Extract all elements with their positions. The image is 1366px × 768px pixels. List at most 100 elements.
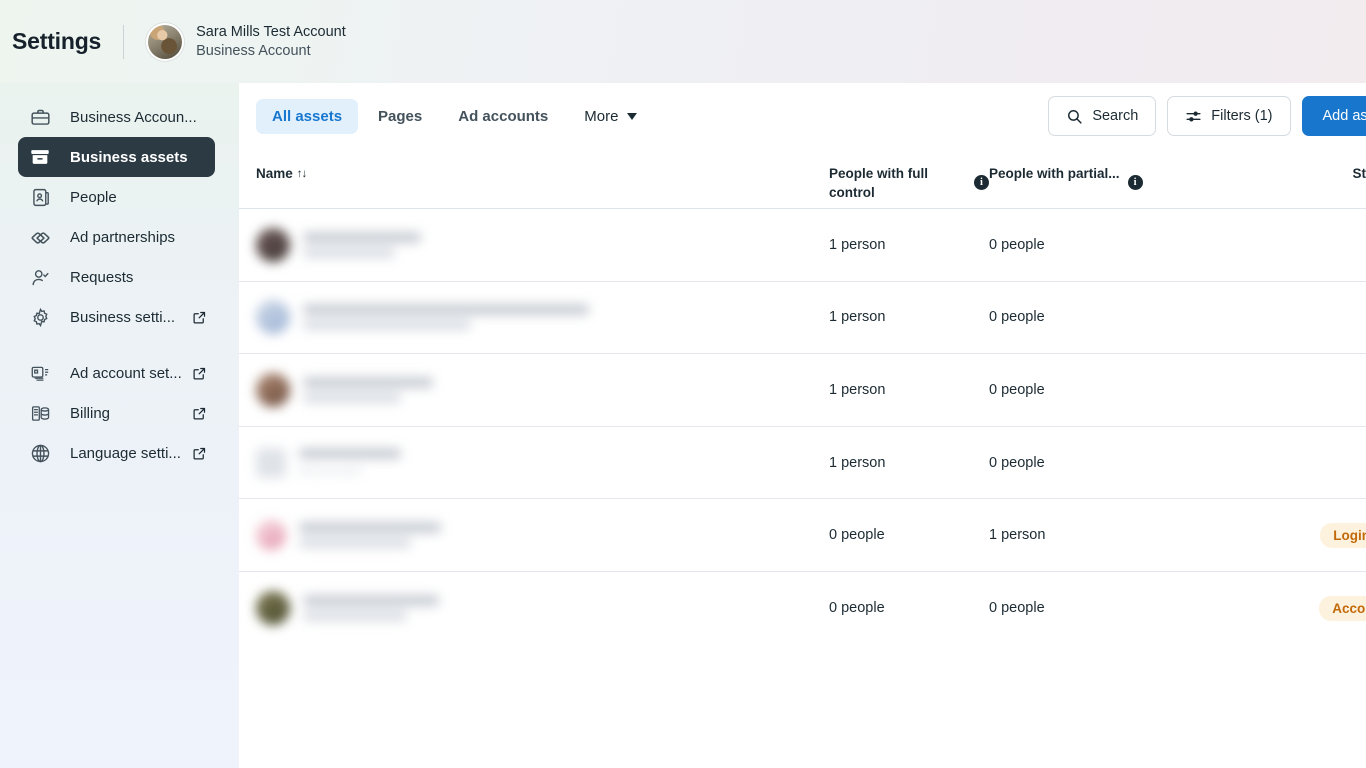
full-control-count: 1 person bbox=[829, 309, 886, 326]
external-link-icon bbox=[192, 310, 207, 325]
sidebar-item-ad-account-settings[interactable]: Ad account set... bbox=[18, 353, 215, 393]
column-header-name[interactable]: Name ↑↓ bbox=[239, 165, 829, 184]
redacted-line bbox=[299, 447, 401, 459]
status-badge: Account switch requ bbox=[1319, 595, 1366, 621]
asset-thumbnail bbox=[256, 372, 290, 407]
redacted-line bbox=[303, 231, 421, 243]
partial-control-count: 0 people bbox=[989, 309, 1045, 326]
sidebar-item-business-account[interactable]: Business Accoun... bbox=[18, 97, 215, 137]
tab-all-assets[interactable]: All assets bbox=[256, 98, 359, 134]
ad-account-icon bbox=[28, 361, 52, 385]
sidebar-item-billing[interactable]: Billing bbox=[18, 393, 215, 433]
asset-thumbnail bbox=[256, 447, 286, 478]
sidebar-item-label: Business setti... bbox=[70, 308, 176, 326]
partial-control-count: 1 person bbox=[989, 527, 1046, 544]
tab-bar: All assets Pages Ad accounts More bbox=[256, 98, 653, 134]
full-control-count: 0 people bbox=[829, 527, 885, 544]
table-row[interactable]: 1 person 0 people bbox=[239, 209, 1366, 282]
main-content: All assets Pages Ad accounts More Search bbox=[239, 83, 1366, 768]
chevron-down-icon bbox=[627, 112, 638, 120]
table-row[interactable]: 0 people 1 person Login nee bbox=[239, 499, 1366, 572]
full-control-count: 1 person bbox=[829, 381, 886, 398]
table-row[interactable]: 0 people 0 people Account switch requ bbox=[239, 572, 1366, 645]
partial-control-count: 0 people bbox=[989, 381, 1045, 398]
column-header-partial-label: People with partial... bbox=[989, 166, 1120, 181]
redacted-text-lines bbox=[299, 522, 441, 549]
column-header-name-label: Name bbox=[256, 166, 293, 181]
person-check-icon bbox=[28, 265, 52, 289]
redacted-asset-name bbox=[256, 520, 441, 551]
search-button-label: Search bbox=[1092, 108, 1139, 124]
asset-name-cell bbox=[239, 372, 829, 407]
add-asset-button[interactable]: Add asset bbox=[1301, 96, 1366, 136]
sidebar: Business Accoun... Business assets Peopl… bbox=[0, 83, 239, 768]
redacted-line bbox=[303, 595, 439, 607]
asset-thumbnail bbox=[256, 227, 290, 262]
filters-button[interactable]: Filters (1) bbox=[1167, 96, 1291, 136]
sidebar-item-label: Business assets bbox=[70, 148, 188, 166]
page-header: Settings Sara Mills Test Account Busines… bbox=[0, 0, 1366, 83]
asset-name-cell bbox=[239, 520, 829, 551]
tab-more[interactable]: More bbox=[568, 99, 653, 134]
asset-subtitle: Ad account bbox=[299, 463, 362, 478]
asset-name-cell bbox=[239, 300, 829, 335]
redacted-text-lines bbox=[303, 595, 439, 622]
sidebar-item-label: Ad account set... bbox=[70, 364, 182, 382]
filters-icon bbox=[1185, 108, 1202, 125]
account-name: Sara Mills Test Account bbox=[196, 23, 346, 40]
column-header-partial: People with partial... i bbox=[989, 165, 1149, 190]
info-icon[interactable]: i bbox=[1127, 175, 1143, 190]
redacted-asset-name: Ad account bbox=[256, 447, 401, 478]
sidebar-item-requests[interactable]: Requests bbox=[18, 257, 215, 297]
partial-control-count: 0 people bbox=[989, 454, 1045, 471]
column-header-full-control: People with full control i bbox=[829, 165, 989, 202]
handshake-icon bbox=[28, 225, 52, 249]
asset-thumbnail bbox=[256, 520, 286, 551]
status-cell: Login nee bbox=[1149, 522, 1366, 548]
toolbar-actions: Search Filters (1) Add asset bbox=[1048, 96, 1366, 136]
redacted-text-lines bbox=[303, 231, 421, 258]
tab-pages[interactable]: Pages bbox=[362, 99, 438, 134]
id-card-icon bbox=[28, 185, 52, 209]
redacted-asset-name bbox=[256, 591, 439, 626]
redacted-asset-name bbox=[256, 372, 433, 407]
asset-thumbnail bbox=[256, 591, 290, 626]
sidebar-item-label: Billing bbox=[70, 404, 111, 422]
asset-name-cell bbox=[239, 591, 829, 626]
sidebar-item-business-assets[interactable]: Business assets bbox=[18, 137, 215, 177]
assets-toolbar: All assets Pages Ad accounts More Search bbox=[239, 83, 1366, 149]
info-icon[interactable]: i bbox=[974, 175, 989, 190]
sidebar-item-label: Language setti... bbox=[70, 444, 181, 462]
partial-control-count: 0 people bbox=[989, 236, 1045, 253]
external-link-icon bbox=[192, 446, 207, 461]
sidebar-item-language-settings[interactable]: Language setti... bbox=[18, 433, 215, 473]
asset-thumbnail bbox=[256, 300, 290, 335]
tab-more-label: More bbox=[584, 107, 619, 125]
header-divider bbox=[123, 24, 125, 59]
full-control-count: 1 person bbox=[829, 454, 886, 471]
redacted-text-lines: Ad account bbox=[299, 447, 401, 478]
sidebar-item-business-settings[interactable]: Business setti... bbox=[18, 297, 215, 337]
sidebar-item-people[interactable]: People bbox=[18, 177, 215, 217]
redacted-line bbox=[303, 304, 589, 316]
external-link-icon bbox=[192, 366, 207, 381]
sidebar-item-ad-partnerships[interactable]: Ad partnerships bbox=[18, 217, 215, 257]
account-labels: Sara Mills Test Account Business Account bbox=[196, 23, 346, 60]
briefcase-icon bbox=[28, 105, 52, 129]
redacted-asset-name bbox=[256, 227, 421, 262]
table-row[interactable]: 1 person 0 people bbox=[239, 282, 1366, 355]
sidebar-group-separator bbox=[0, 337, 239, 353]
tab-ad-accounts[interactable]: Ad accounts bbox=[442, 99, 564, 134]
avatar-image bbox=[148, 24, 183, 59]
account-switcher[interactable]: Sara Mills Test Account Business Account bbox=[146, 22, 346, 61]
sidebar-item-label: People bbox=[70, 188, 117, 206]
table-row[interactable]: Ad account 1 person 0 people bbox=[239, 427, 1366, 500]
redacted-line bbox=[303, 392, 401, 403]
search-button[interactable]: Search bbox=[1048, 96, 1157, 136]
redacted-line bbox=[303, 320, 471, 331]
partial-control-count: 0 people bbox=[989, 600, 1045, 617]
status-cell: Account switch requ bbox=[1149, 595, 1366, 621]
settings-page: Settings Sara Mills Test Account Busines… bbox=[0, 0, 1366, 768]
table-row[interactable]: 1 person 0 people bbox=[239, 354, 1366, 427]
redacted-line bbox=[303, 247, 395, 258]
